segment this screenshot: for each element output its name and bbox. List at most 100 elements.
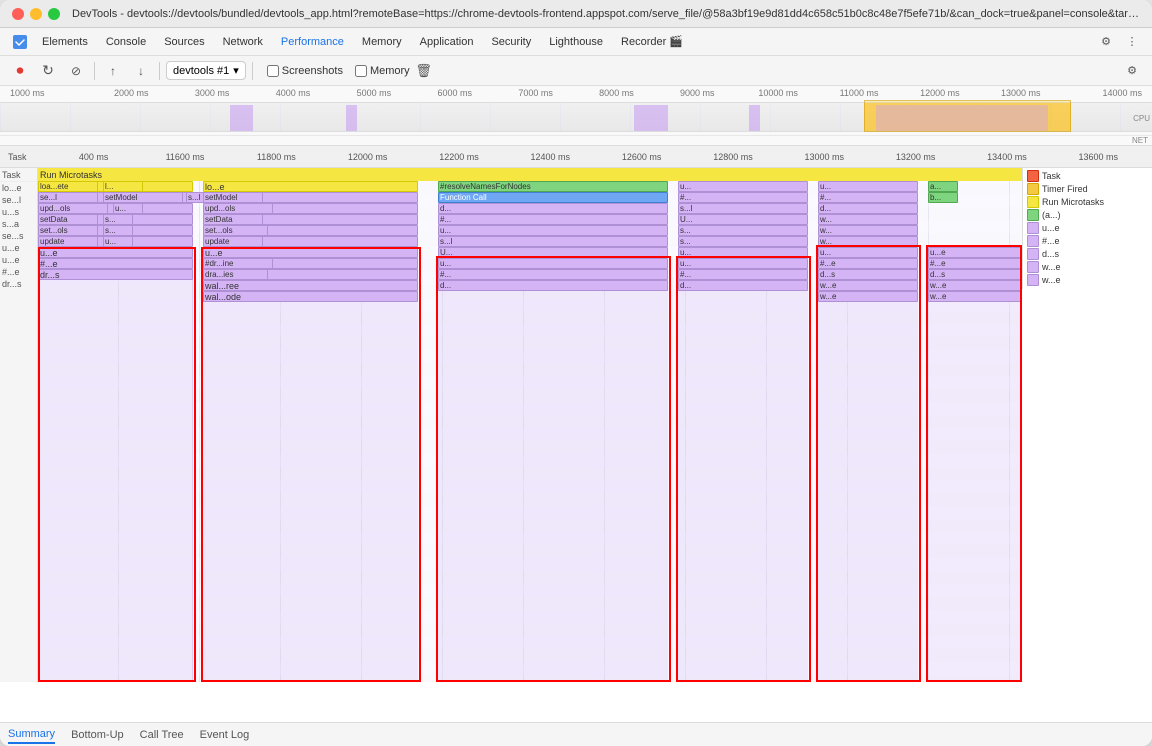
block-hash-far1[interactable]: #... [818, 192, 918, 203]
upload-button[interactable]: ↑ [101, 59, 125, 83]
block-d-far2[interactable]: d...s [818, 269, 918, 280]
devtools-menu-icon[interactable] [8, 30, 32, 54]
tab-bottom-up[interactable]: Bottom-Up [71, 727, 124, 743]
block-sl-right[interactable]: s...l [678, 203, 808, 214]
run-microtasks-bar[interactable]: Run Microtasks [38, 168, 1022, 181]
memory-checkbox[interactable] [355, 65, 367, 77]
row-label-ue2: u...e [0, 254, 37, 266]
menu-memory[interactable]: Memory [354, 33, 410, 51]
menu-elements[interactable]: Elements [34, 33, 96, 51]
record-button[interactable]: ⏺ [8, 59, 32, 83]
menu-performance[interactable]: Performance [273, 33, 352, 51]
block-hash-right-tall[interactable]: #... [678, 269, 808, 280]
block-w2-rightmost[interactable]: w...e [928, 291, 1022, 302]
block-s-right2[interactable]: s... [678, 236, 808, 247]
block-s-right[interactable]: s... [678, 225, 808, 236]
block-setdata2[interactable]: setData [203, 214, 263, 225]
flame-chart[interactable]: Task lo...e se...l u...s s...a se...s u.… [0, 168, 1152, 722]
block-w-far5[interactable]: w...e [818, 291, 918, 302]
block-u-mid[interactable]: u... [438, 225, 668, 236]
block-walree[interactable]: wal...ree [203, 280, 418, 291]
block-loa-ete[interactable]: loa...ete [38, 181, 98, 192]
download-button[interactable]: ↓ [129, 59, 153, 83]
block-d-far[interactable]: d... [818, 203, 918, 214]
menu-network[interactable]: Network [215, 33, 271, 51]
block-u2[interactable]: u... [103, 236, 133, 247]
menu-sources[interactable]: Sources [156, 33, 212, 51]
block-walode[interactable]: wal...ode [203, 291, 418, 302]
tab-call-tree[interactable]: Call Tree [140, 727, 184, 743]
block-drs[interactable]: dr...s [38, 269, 193, 280]
block-hashe[interactable]: #...e [38, 258, 193, 269]
more-options-icon[interactable]: ⋮ [1120, 30, 1144, 54]
minimize-button[interactable] [30, 8, 42, 20]
block-l1[interactable]: l... [103, 181, 143, 192]
block-function-call[interactable]: Function Call [438, 192, 668, 203]
block-ue2[interactable]: u...e [38, 247, 193, 258]
block-hash-tall[interactable]: #... [438, 269, 668, 280]
block-u-right-tall1[interactable]: u... [678, 258, 808, 269]
block-U-mid[interactable]: U... [438, 247, 668, 258]
block-drline[interactable]: #dr...ine [203, 258, 273, 269]
block-resolve[interactable]: #resolveNamesForNodes [438, 181, 668, 192]
block-sl-mid[interactable]: s...l [438, 236, 668, 247]
block-ue2-col2[interactable]: u...e [203, 247, 418, 258]
block-hash-mid-row[interactable]: #... [438, 214, 668, 225]
block-u-far2[interactable]: u... [818, 247, 918, 258]
tab-summary[interactable]: Summary [8, 726, 55, 744]
block-update2[interactable]: update [203, 236, 263, 247]
block-b1[interactable]: b... [928, 192, 958, 203]
block-updols[interactable]: upd...ols [38, 203, 108, 214]
settings-panel-icon[interactable]: ⚙ [1120, 59, 1144, 83]
block-setdata[interactable]: setData [38, 214, 98, 225]
block-hash-far2[interactable]: #...e [818, 258, 918, 269]
timeline-overview[interactable]: 1000 ms 2000 ms 3000 ms 4000 ms 5000 ms … [0, 86, 1152, 146]
menu-console[interactable]: Console [98, 33, 154, 51]
block-hash-rightmost[interactable]: #...e [928, 258, 1022, 269]
block-d-tall[interactable]: d... [438, 280, 668, 291]
maximize-button[interactable] [48, 8, 60, 20]
screenshots-checkbox[interactable] [267, 65, 279, 77]
block-u-mid-tall[interactable]: u... [438, 258, 668, 269]
clear-button[interactable]: ⊘ [64, 59, 88, 83]
block-w-far2[interactable]: w... [818, 225, 918, 236]
menu-lighthouse[interactable]: Lighthouse [541, 33, 611, 51]
block-setols[interactable]: set...ols [38, 225, 98, 236]
timeline-selection-region[interactable] [864, 100, 1071, 132]
target-selector[interactable]: devtools #1 ▾ [166, 61, 246, 80]
block-w-far4[interactable]: w...e [818, 280, 918, 291]
refresh-record-button[interactable]: ↻ [36, 59, 60, 83]
block-d-mid[interactable]: d... [438, 203, 668, 214]
block-s2[interactable]: s... [103, 214, 133, 225]
block-u1[interactable]: u... [113, 203, 143, 214]
block-w1-rightmost[interactable]: w...e [928, 280, 1022, 291]
block-hash-right1[interactable]: #... [678, 192, 808, 203]
block-u-rightmost[interactable]: u...e [928, 247, 1022, 258]
tab-event-log[interactable]: Event Log [200, 727, 250, 743]
block-a1[interactable]: a... [928, 181, 958, 192]
block-updols2[interactable]: upd...ols [203, 203, 273, 214]
menu-recorder[interactable]: Recorder 🎬 [613, 32, 691, 51]
block-d-right-tall[interactable]: d... [678, 280, 808, 291]
trash-button[interactable]: 🗑 [414, 61, 434, 81]
close-button[interactable] [12, 8, 24, 20]
block-setols2[interactable]: set...ols [203, 225, 268, 236]
menu-security[interactable]: Security [483, 33, 539, 51]
block-U-right[interactable]: U... [678, 214, 808, 225]
block-u-right1[interactable]: u... [678, 181, 808, 192]
settings-icon[interactable]: ⚙ [1094, 30, 1118, 54]
detail-13000: 13000 ms [779, 152, 870, 162]
block-w-far3[interactable]: w... [818, 236, 918, 247]
block-w-far1[interactable]: w... [818, 214, 918, 225]
block-u-right2[interactable]: u... [678, 247, 808, 258]
block-draies[interactable]: dra...ies [203, 269, 268, 280]
block-se-l2[interactable]: se...l [38, 192, 98, 203]
block-lo-col2[interactable]: lo...e [203, 181, 418, 192]
block-u-far1[interactable]: u... [818, 181, 918, 192]
block-update1[interactable]: update [38, 236, 98, 247]
block-setmodel[interactable]: setModel [103, 192, 183, 203]
menu-application[interactable]: Application [412, 33, 482, 51]
block-s3[interactable]: s... [103, 225, 133, 236]
block-setmodel2[interactable]: setModel [203, 192, 263, 203]
block-d-rightmost[interactable]: d...s [928, 269, 1022, 280]
